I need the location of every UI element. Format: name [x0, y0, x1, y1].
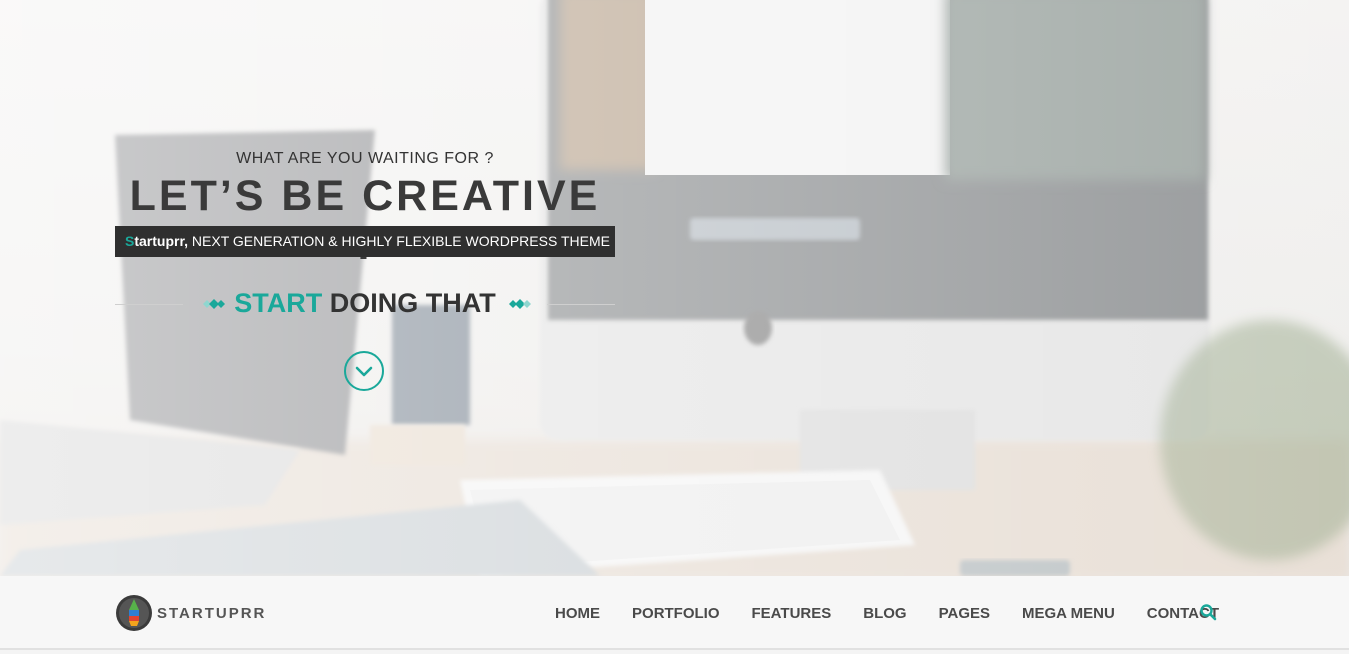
nav-item-features[interactable]: FEATURES	[752, 605, 832, 622]
cta-heading[interactable]: START DOING THAT	[225, 288, 505, 319]
divider-line-right	[547, 304, 615, 305]
tagline-brand-initial: S	[125, 233, 135, 249]
diamond-ornament-right-icon	[509, 299, 531, 309]
logo-text: STARTUPRR	[157, 604, 267, 622]
main-navbar: STARTUPRR HOME PORTFOLIO FEATURES BLOG P…	[0, 576, 1349, 650]
cta-rest-text: DOING THAT	[322, 288, 496, 318]
divider-line-left	[115, 304, 183, 305]
nav-menu: HOME PORTFOLIO FEATURES BLOG PAGES MEGA …	[523, 576, 1219, 650]
chevron-down-icon	[355, 366, 373, 377]
nav-item-pages[interactable]: PAGES	[939, 605, 990, 622]
hero-tagline: Startuprr, NEXT GENERATION & HIGHLY FLEX…	[115, 226, 615, 257]
cta-accent-text: START	[234, 288, 323, 318]
rocket-logo-icon	[116, 595, 152, 631]
diamond-ornament-left-icon	[203, 299, 225, 309]
scroll-down-button[interactable]	[344, 351, 384, 391]
nav-item-mega-menu[interactable]: MEGA MENU	[1022, 605, 1115, 622]
nav-item-portfolio[interactable]: PORTFOLIO	[632, 605, 720, 622]
tagline-text: NEXT GENERATION & HIGHLY FLEXIBLE WORDPR…	[188, 233, 610, 249]
hero-section: WHAT ARE YOU WAITING FOR ? LET’S BE CREA…	[0, 0, 1349, 576]
hero-kicker: WHAT ARE YOU WAITING FOR ?	[236, 150, 494, 167]
nav-item-blog[interactable]: BLOG	[863, 605, 906, 622]
site-logo[interactable]: STARTUPRR	[115, 593, 266, 633]
nav-item-home[interactable]: HOME	[555, 605, 600, 622]
search-icon[interactable]	[1199, 603, 1217, 621]
tagline-brand-name: tartuprr,	[134, 233, 189, 249]
cta-row: START DOING THAT	[115, 284, 615, 324]
